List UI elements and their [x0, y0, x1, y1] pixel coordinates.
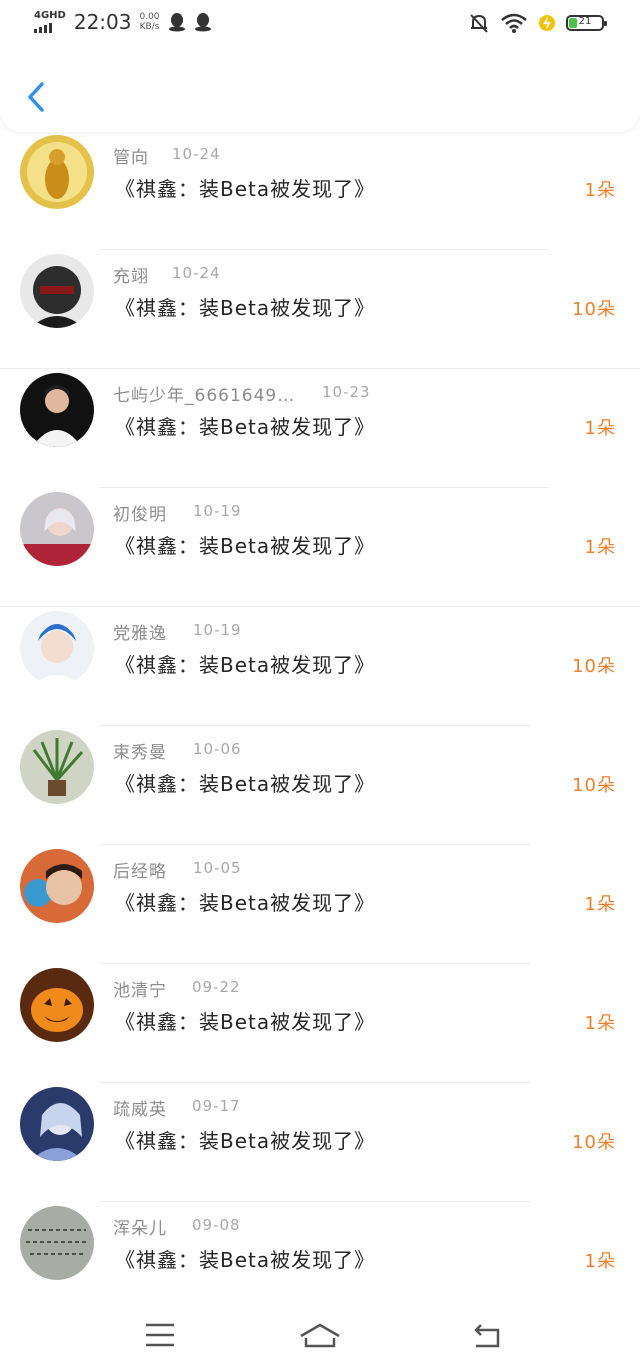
list-item[interactable]: 七屿少年_6661649… 10-23 《祺鑫：装Beta被发现了》 1朵	[0, 369, 640, 488]
battery-level: 21	[578, 16, 592, 27]
flower-count: 1朵	[584, 537, 616, 558]
clock: 22:03	[73, 10, 132, 34]
work-title: 《祺鑫：装Beta被发现了》	[115, 1010, 376, 1034]
gift-date: 10-19	[193, 502, 242, 520]
list-item[interactable]: 管向 10-24 《祺鑫：装Beta被发现了》 1朵	[0, 131, 640, 250]
list-item[interactable]: 池清宁 09-22 《祺鑫：装Beta被发现了》 1朵	[0, 964, 640, 1083]
status-bar: 4GHD 22:03 0.00 KB/s 21	[0, 0, 640, 50]
gift-date: 10-24	[172, 145, 221, 163]
system-navigation-bar	[0, 1300, 640, 1372]
flower-count: 10朵	[572, 775, 616, 796]
gift-date: 10-06	[193, 740, 242, 758]
speed-value: 0.00	[139, 12, 160, 22]
signal-indicator: 4GHD	[34, 11, 66, 33]
gift-record-list: 管向 10-24 《祺鑫：装Beta被发现了》 1朵 充翊 10-24 《祺鑫：…	[0, 131, 640, 1321]
sender-name: 疏威英	[113, 1100, 167, 1120]
list-item[interactable]: 束秀曼 10-06 《祺鑫：装Beta被发现了》 10朵	[0, 726, 640, 845]
gift-date: 09-17	[192, 1097, 241, 1115]
qq-notification-icon	[168, 13, 185, 32]
avatar	[20, 1087, 94, 1161]
gift-date: 10-24	[172, 264, 221, 282]
gift-date: 10-05	[193, 859, 242, 877]
flower-count: 10朵	[572, 1132, 616, 1153]
speed-unit: KB/s	[139, 22, 160, 32]
gift-date: 09-08	[192, 1216, 241, 1234]
network-speed: 0.00 KB/s	[139, 12, 159, 32]
sender-name: 管向	[113, 148, 149, 168]
work-title: 《祺鑫：装Beta被发现了》	[115, 891, 376, 915]
list-item[interactable]: 充翊 10-24 《祺鑫：装Beta被发现了》 10朵	[0, 250, 640, 369]
avatar	[20, 611, 94, 685]
return-icon[interactable]	[472, 1322, 504, 1348]
signal-bars-icon	[34, 23, 66, 33]
sender-name: 充翊	[113, 267, 149, 287]
work-title: 《祺鑫：装Beta被发现了》	[115, 1248, 376, 1272]
work-title: 《祺鑫：装Beta被发现了》	[115, 653, 376, 677]
network-type: 4GHD	[34, 10, 66, 21]
flower-count: 1朵	[584, 1251, 616, 1272]
flower-count: 1朵	[584, 894, 616, 915]
wifi-icon	[501, 13, 527, 33]
mute-bell-icon	[470, 14, 488, 33]
flower-count: 1朵	[584, 1013, 616, 1034]
work-title: 《祺鑫：装Beta被发现了》	[115, 1129, 376, 1153]
avatar	[20, 1206, 94, 1280]
avatar	[20, 373, 94, 447]
avatar	[20, 968, 94, 1042]
work-title: 《祺鑫：装Beta被发现了》	[115, 772, 376, 796]
work-title: 《祺鑫：装Beta被发现了》	[115, 296, 376, 320]
list-item[interactable]: 党雅逸 10-19 《祺鑫：装Beta被发现了》 10朵	[0, 607, 640, 726]
flower-count: 10朵	[572, 299, 616, 320]
back-chevron-left-icon[interactable]	[22, 78, 52, 116]
menu-icon[interactable]	[144, 1322, 176, 1348]
flower-count: 1朵	[584, 418, 616, 439]
gift-date: 09-22	[192, 978, 241, 996]
sender-name: 后经略	[113, 862, 167, 882]
list-item[interactable]: 后经略 10-05 《祺鑫：装Beta被发现了》 1朵	[0, 845, 640, 964]
sender-name: 七屿少年_6661649…	[113, 386, 296, 406]
qq-notification-icon	[194, 13, 211, 32]
sender-name: 党雅逸	[113, 624, 167, 644]
sender-name: 束秀曼	[113, 743, 167, 763]
sender-name: 池清宁	[113, 981, 167, 1001]
gift-date: 10-23	[322, 383, 371, 401]
flower-count: 1朵	[584, 180, 616, 201]
avatar	[20, 730, 94, 804]
home-icon[interactable]	[298, 1322, 342, 1348]
work-title: 《祺鑫：装Beta被发现了》	[115, 177, 376, 201]
list-item[interactable]: 疏威英 09-17 《祺鑫：装Beta被发现了》 10朵	[0, 1083, 640, 1202]
list-item[interactable]: 初俊明 10-19 《祺鑫：装Beta被发现了》 1朵	[0, 488, 640, 607]
flower-count: 10朵	[572, 656, 616, 677]
battery-icon: 21	[566, 15, 607, 31]
work-title: 《祺鑫：装Beta被发现了》	[115, 415, 376, 439]
work-title: 《祺鑫：装Beta被发现了》	[115, 534, 376, 558]
sender-name: 初俊明	[113, 505, 167, 525]
sender-name: 浑朵儿	[113, 1219, 167, 1239]
charging-icon	[539, 15, 555, 31]
avatar	[20, 135, 94, 209]
avatar	[20, 849, 94, 923]
avatar	[20, 492, 94, 566]
avatar	[20, 254, 94, 328]
app-header: 4GHD 22:03 0.00 KB/s 21	[0, 0, 640, 132]
gift-date: 10-19	[193, 621, 242, 639]
